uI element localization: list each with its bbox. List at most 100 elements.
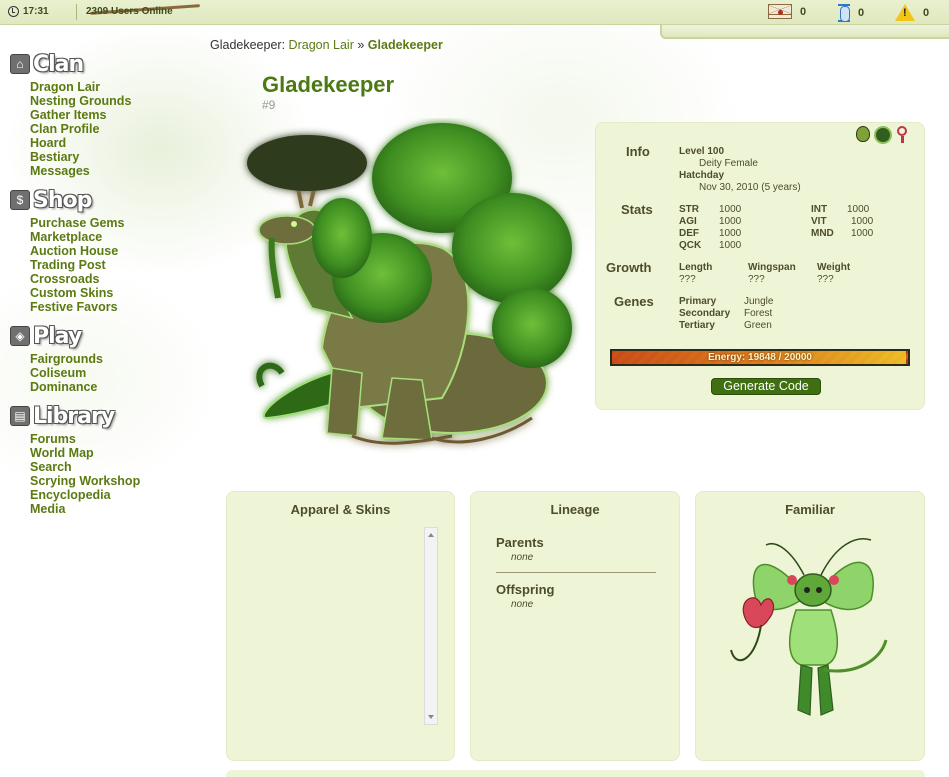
mail-count: 0: [800, 5, 807, 18]
generate-code-button[interactable]: Generate Code: [711, 378, 821, 395]
clock-time: 17:31: [23, 6, 49, 17]
home-icon: ⌂: [10, 54, 30, 74]
scroll-down-icon[interactable]: [428, 715, 434, 719]
sidebar-heading-library: ▤ Library: [10, 402, 200, 430]
familiar-image[interactable]: [706, 520, 916, 730]
growth-value: ???: [817, 274, 834, 285]
book-icon: ▤: [10, 406, 30, 426]
shop-icon: $: [10, 190, 30, 210]
sidebar-link[interactable]: Nesting Grounds: [30, 94, 200, 108]
breadcrumb-current: Gladekeeper: [367, 38, 443, 52]
lineage-panel: Lineage Parents none Offspring none: [470, 491, 680, 761]
sidebar-link[interactable]: Festive Favors: [30, 300, 200, 314]
breadcrumb: Gladekeeper: Dragon Lair » Gladekeeper: [210, 38, 443, 52]
play-icon: ◈: [10, 326, 30, 346]
stat-value: 1000: [851, 228, 874, 239]
stat-value: 1000: [719, 240, 742, 251]
dragon-level: Level 100: [679, 146, 725, 157]
genes-label: Genes: [614, 294, 654, 309]
sidebar-link[interactable]: Forums: [30, 432, 200, 446]
breed-icon: [856, 126, 870, 142]
sidebar-link[interactable]: World Map: [30, 446, 200, 460]
sidebar-link[interactable]: Marketplace: [30, 230, 200, 244]
stat-value: 1000: [719, 204, 742, 215]
timer-count: 0: [858, 7, 865, 19]
growth-name: Weight: [817, 262, 851, 273]
lineage-title: Lineage: [550, 502, 600, 517]
stat-name: STR: [679, 204, 699, 215]
stat-name: AGI: [679, 216, 697, 227]
alert-icon[interactable]: !: [895, 4, 915, 21]
dragon-type-gender: Deity Female: [699, 158, 758, 169]
dragon-info-panel: Info Level 100 Deity Female Hatchday Nov…: [595, 122, 925, 410]
gene-name: Tertiary: [679, 320, 715, 331]
sidebar-heading-clan: ⌂ Clan: [10, 50, 200, 78]
sidebar-heading-play: ◈ Play: [10, 322, 200, 350]
energy-text: Energy: 19848 / 20000: [708, 352, 812, 363]
mail-notification[interactable]: 0: [768, 4, 806, 19]
female-gender-icon: [896, 126, 910, 144]
offspring-label: Offspring: [496, 582, 555, 597]
sidebar-link[interactable]: Messages: [30, 164, 200, 178]
info-label: Info: [626, 144, 650, 159]
gene-value: Green: [744, 320, 772, 331]
apparel-skins-title: Apparel & Skins: [290, 502, 391, 517]
dragon-image: [247, 123, 572, 445]
stat-value: 1000: [719, 228, 742, 239]
hatchday-value: Nov 30, 2010 (5 years): [699, 182, 801, 193]
sidebar-link[interactable]: Clan Profile: [30, 122, 200, 136]
clock: 17:31: [8, 6, 49, 17]
sidebar-link[interactable]: Scrying Workshop: [30, 474, 200, 488]
sidebar-link[interactable]: Custom Skins: [30, 286, 200, 300]
sidebar-link[interactable]: Purchase Gems: [30, 216, 200, 230]
sidebar-link[interactable]: Hoard: [30, 136, 200, 150]
gene-name: Primary: [679, 296, 717, 307]
gene-value: Forest: [744, 308, 773, 319]
breadcrumb-link-dragon-lair[interactable]: Dragon Lair: [289, 38, 354, 52]
stats-label: Stats: [621, 202, 653, 217]
top-bar: 17:31 2309 Users Online 0 0 ! 0: [0, 0, 949, 25]
sidebar-link[interactable]: Trading Post: [30, 258, 200, 272]
sidebar-section-library: ▤ Library Forums World Map Search Scryin…: [10, 402, 200, 516]
sidebar-link[interactable]: Fairgrounds: [30, 352, 200, 366]
sidebar-link[interactable]: Search: [30, 460, 200, 474]
gene-name: Secondary: [679, 308, 731, 319]
dragon-id: #9: [262, 98, 276, 112]
users-online-text[interactable]: 2309 Users Online: [86, 6, 173, 17]
sidebar-link[interactable]: Bestiary: [30, 150, 200, 164]
top-ribbon: [660, 25, 949, 39]
sidebar-title: Shop: [33, 187, 92, 213]
sidebar-link[interactable]: Coliseum: [30, 366, 200, 380]
sidebar-link[interactable]: Gather Items: [30, 108, 200, 122]
scroll-up-icon[interactable]: [428, 533, 434, 537]
stat-name: VIT: [811, 216, 827, 227]
sidebar-section-play: ◈ Play Fairgrounds Coliseum Dominance: [10, 322, 200, 394]
energy-bar: Energy: 19848 / 20000: [610, 349, 910, 366]
growth-name: Wingspan: [748, 262, 796, 273]
sidebar-link[interactable]: Media: [30, 502, 200, 516]
sidebar-link[interactable]: Crossroads: [30, 272, 200, 286]
lineage-divider: [496, 572, 656, 573]
parents-value: none: [511, 552, 534, 563]
sidebar-link[interactable]: Dragon Lair: [30, 80, 200, 94]
offspring-value: none: [511, 599, 534, 610]
breadcrumb-separator: »: [357, 38, 365, 52]
alert-notification[interactable]: ! 0: [895, 4, 929, 21]
growth-name: Length: [679, 262, 713, 273]
apparel-skins-panel: Apparel & Skins: [226, 491, 455, 761]
sidebar: ⌂ Clan Dragon Lair Nesting Grounds Gathe…: [10, 50, 200, 524]
topbar-divider: [76, 4, 77, 20]
sidebar-link[interactable]: Dominance: [30, 380, 200, 394]
sidebar-link[interactable]: Encyclopedia: [30, 488, 200, 502]
mail-icon[interactable]: [768, 4, 792, 19]
users-online[interactable]: 2309 Users Online: [86, 6, 173, 17]
breadcrumb-owner: Gladekeeper:: [210, 38, 286, 52]
growth-value: ???: [679, 274, 696, 285]
timer-notification[interactable]: 0: [838, 4, 864, 22]
stat-value: 1000: [851, 216, 874, 227]
familiar-title: Familiar: [785, 502, 835, 517]
sidebar-link[interactable]: Auction House: [30, 244, 200, 258]
hourglass-icon[interactable]: [838, 4, 850, 22]
stat-value: 1000: [719, 216, 742, 227]
apparel-scrollbar[interactable]: [424, 527, 438, 725]
